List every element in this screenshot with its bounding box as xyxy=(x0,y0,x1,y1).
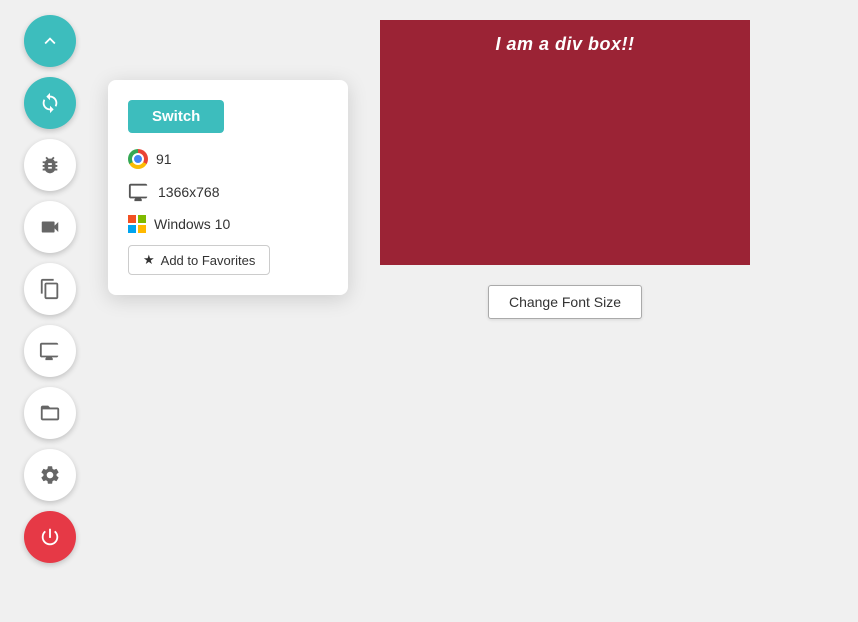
resolution-text: 1366x768 xyxy=(158,184,220,200)
monitor-button[interactable] xyxy=(24,325,76,377)
video-icon xyxy=(39,216,61,238)
folder-icon xyxy=(39,402,61,424)
chrome-version-row: 91 xyxy=(128,149,328,169)
change-font-size-button[interactable]: Change Font Size xyxy=(488,285,642,319)
sync-icon xyxy=(39,92,61,114)
power-icon xyxy=(39,526,61,548)
gear-icon xyxy=(39,464,61,486)
sync-button[interactable] xyxy=(24,77,76,129)
folder-button[interactable] xyxy=(24,387,76,439)
add-to-favorites-button[interactable]: ★ Add to Favorites xyxy=(128,245,270,275)
bug-icon xyxy=(39,154,61,176)
monitor-small-icon xyxy=(128,181,150,203)
copy-button[interactable] xyxy=(24,263,76,315)
bug-button[interactable] xyxy=(24,139,76,191)
switch-button[interactable]: Switch xyxy=(128,100,224,133)
windows-icon xyxy=(128,215,146,233)
os-text: Windows 10 xyxy=(154,216,230,232)
os-row: Windows 10 xyxy=(128,215,328,233)
main-content: I am a div box!! Change Font Size xyxy=(380,20,750,319)
video-button[interactable] xyxy=(24,201,76,253)
settings-button[interactable] xyxy=(24,449,76,501)
resolution-row: 1366x768 xyxy=(128,181,328,203)
div-box-text: I am a div box!! xyxy=(495,34,634,55)
power-button[interactable] xyxy=(24,511,76,563)
chrome-icon xyxy=(128,149,148,169)
scroll-up-button[interactable] xyxy=(24,15,76,67)
div-box: I am a div box!! xyxy=(380,20,750,265)
popup-card: Switch 91 1366x768 Windows 10 ★ Add to F… xyxy=(108,80,348,295)
chevron-up-icon xyxy=(39,30,61,52)
sidebar xyxy=(0,0,100,622)
monitor-icon xyxy=(39,340,61,362)
chrome-version-text: 91 xyxy=(156,151,172,167)
add-favorites-label: Add to Favorites xyxy=(161,253,256,268)
star-icon: ★ xyxy=(143,252,155,268)
copy-icon xyxy=(39,278,61,300)
